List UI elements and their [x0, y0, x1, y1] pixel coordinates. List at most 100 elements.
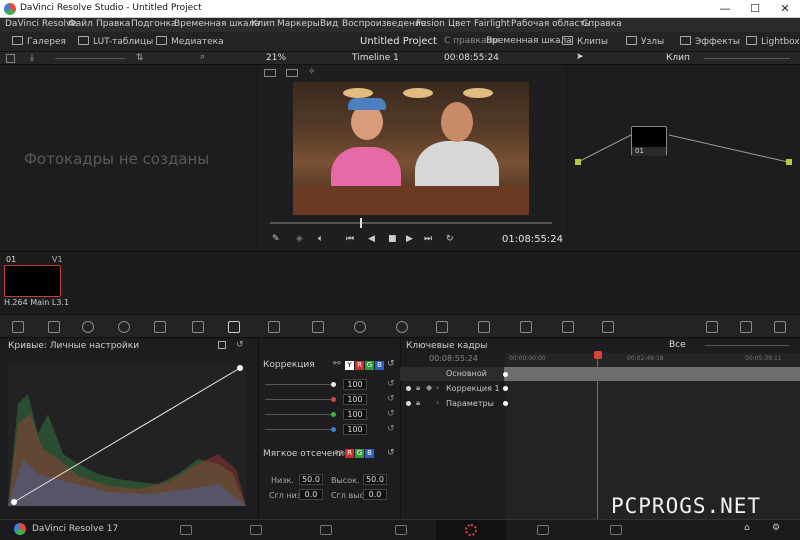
curve-graph[interactable] — [8, 364, 246, 506]
g-gain-slider[interactable] — [265, 414, 331, 415]
clip-thumbnail[interactable] — [4, 265, 61, 297]
import-icon[interactable]: ⤓ — [30, 53, 34, 63]
close-button[interactable]: ✕ — [770, 0, 800, 18]
play-icon[interactable]: ▶ — [406, 234, 413, 244]
row-enable-dot[interactable] — [406, 401, 411, 406]
color-warper-icon[interactable] — [268, 321, 280, 333]
motion-effects-icon[interactable] — [192, 321, 204, 333]
scopes-icon[interactable] — [740, 321, 752, 333]
keyframes-filter[interactable]: Все — [669, 340, 686, 350]
fairlight-page-icon[interactable] — [537, 525, 549, 535]
menu-clip[interactable]: Клип — [251, 19, 275, 29]
split-screen-icon[interactable] — [286, 69, 298, 77]
high-soft-field[interactable]: 0.0 — [363, 489, 387, 500]
gallery-button[interactable]: Галерея — [12, 36, 66, 47]
correction-reset-icon[interactable]: ↺ — [387, 359, 395, 369]
rgb-mixer-icon[interactable] — [154, 321, 166, 333]
keyframes-zoom-slider[interactable] — [705, 345, 789, 346]
eyedropper-icon[interactable]: ✎ — [272, 234, 280, 244]
lut-button[interactable]: LUT-таблицы — [78, 36, 153, 47]
row-enable-dot[interactable] — [406, 386, 411, 391]
menu-help[interactable]: Справка — [582, 19, 622, 29]
playhead-handle[interactable] — [594, 351, 602, 359]
node-zoom-slider[interactable] — [704, 58, 790, 59]
menu-trim[interactable]: Подгонка — [131, 19, 177, 29]
timeline-select[interactable]: Timeline 1 — [352, 53, 399, 63]
expand-icon[interactable]: › — [436, 383, 439, 392]
soft-clip-link-icon[interactable]: ⚯ — [335, 448, 343, 458]
b-gain-field[interactable]: 100 — [343, 424, 367, 435]
window-icon[interactable] — [354, 321, 366, 333]
keyframe-row-correction[interactable]: 🔒︎ ◆ › Коррекция 1 — [400, 382, 800, 396]
curves-mode-icon[interactable] — [218, 341, 226, 349]
volume-icon[interactable]: 🔈︎ — [318, 234, 323, 244]
timeline-toggle[interactable]: Временная шкала — [486, 36, 572, 46]
zoom-select[interactable]: 21% — [266, 53, 286, 63]
key-icon[interactable] — [520, 321, 532, 333]
diamond-icon[interactable]: ◆ — [426, 383, 432, 392]
channel-b[interactable]: B — [375, 361, 384, 370]
lock-icon[interactable]: 🔒︎ — [416, 398, 420, 408]
reverse-play-icon[interactable]: ◀ — [368, 234, 375, 244]
info-icon[interactable] — [774, 321, 786, 333]
media-button[interactable]: Медиатека — [156, 36, 224, 47]
corrector-node[interactable]: 01 — [631, 126, 667, 156]
params-keyframe[interactable] — [503, 401, 508, 406]
g-gain-field[interactable]: 100 — [343, 409, 367, 420]
color-wheels-icon[interactable] — [82, 321, 94, 333]
r-gain-field[interactable]: 100 — [343, 394, 367, 405]
menu-markers[interactable]: Маркеры — [277, 19, 320, 29]
gallery-zoom-slider[interactable] — [55, 58, 125, 59]
panel-toggle-icon[interactable] — [6, 54, 15, 63]
search-icon[interactable]: ⌕ — [200, 52, 205, 62]
keyframe-row-params[interactable]: 🔒︎ › Параметры — [400, 397, 800, 411]
soft-clip-b[interactable]: B — [365, 449, 374, 458]
video-frame[interactable] — [293, 82, 529, 215]
go-to-end-icon[interactable]: ⏭︎ — [424, 234, 432, 244]
menu-timeline[interactable]: Временная шкала — [174, 19, 260, 29]
node-mode-select[interactable]: Клип — [666, 53, 690, 63]
menu-edit[interactable]: Правка — [96, 19, 130, 29]
soft-clip-reset-icon[interactable]: ↺ — [387, 448, 395, 458]
sort-icon[interactable]: ⇅ — [136, 53, 144, 63]
lock-icon[interactable]: 🔒︎ — [416, 383, 420, 393]
sizing-icon[interactable] — [562, 321, 574, 333]
menu-fairlight[interactable]: Fairlight — [474, 19, 510, 29]
low-soft-field[interactable]: 0.0 — [299, 489, 323, 500]
home-icon[interactable]: ⌂ — [744, 523, 750, 533]
channel-g[interactable]: G — [365, 361, 374, 370]
color-page-tab[interactable] — [436, 520, 506, 540]
y-gain-slider[interactable] — [265, 384, 331, 385]
menu-workspace[interactable]: Рабочая область — [511, 19, 590, 29]
hdr-icon[interactable] — [118, 321, 130, 333]
maximize-button[interactable]: ☐ — [740, 0, 770, 18]
menu-fusion[interactable]: Fusion — [416, 19, 445, 29]
output-icon[interactable] — [786, 159, 792, 165]
scrub-playhead[interactable] — [360, 218, 362, 228]
color-match-icon[interactable] — [48, 321, 60, 333]
clips-button[interactable]: Клипы — [562, 36, 608, 47]
menu-color[interactable]: Цвет — [448, 19, 471, 29]
menu-view[interactable]: Вид — [320, 19, 338, 29]
blur-icon[interactable] — [478, 321, 490, 333]
minimize-button[interactable]: — — [710, 0, 740, 18]
tracker-icon[interactable] — [396, 321, 408, 333]
loop-icon[interactable]: ↻ — [446, 234, 454, 244]
correction-keyframe[interactable] — [503, 386, 508, 391]
source-input-icon[interactable] — [575, 159, 581, 165]
go-to-start-icon[interactable]: ⏮︎ — [346, 234, 354, 244]
keyframe-row-master[interactable]: Основной — [400, 367, 800, 381]
effects-button[interactable]: Эффекты — [680, 36, 740, 47]
soft-clip-g[interactable]: G — [355, 449, 364, 458]
master-keyframe[interactable] — [503, 372, 508, 377]
lightbox-button[interactable]: Lightbox — [746, 36, 800, 47]
node-editor[interactable] — [568, 65, 800, 250]
expand-icon[interactable]: › — [436, 398, 439, 407]
high-field[interactable]: 50.0 — [363, 474, 387, 485]
media-page-icon[interactable] — [180, 525, 192, 535]
b-gain-slider[interactable] — [265, 429, 331, 430]
keyframes-toggle-icon[interactable] — [706, 321, 718, 333]
cut-page-icon[interactable] — [250, 525, 262, 535]
menu-playback[interactable]: Воспроизведение — [342, 19, 426, 29]
curves-reset-icon[interactable]: ↺ — [236, 340, 244, 350]
